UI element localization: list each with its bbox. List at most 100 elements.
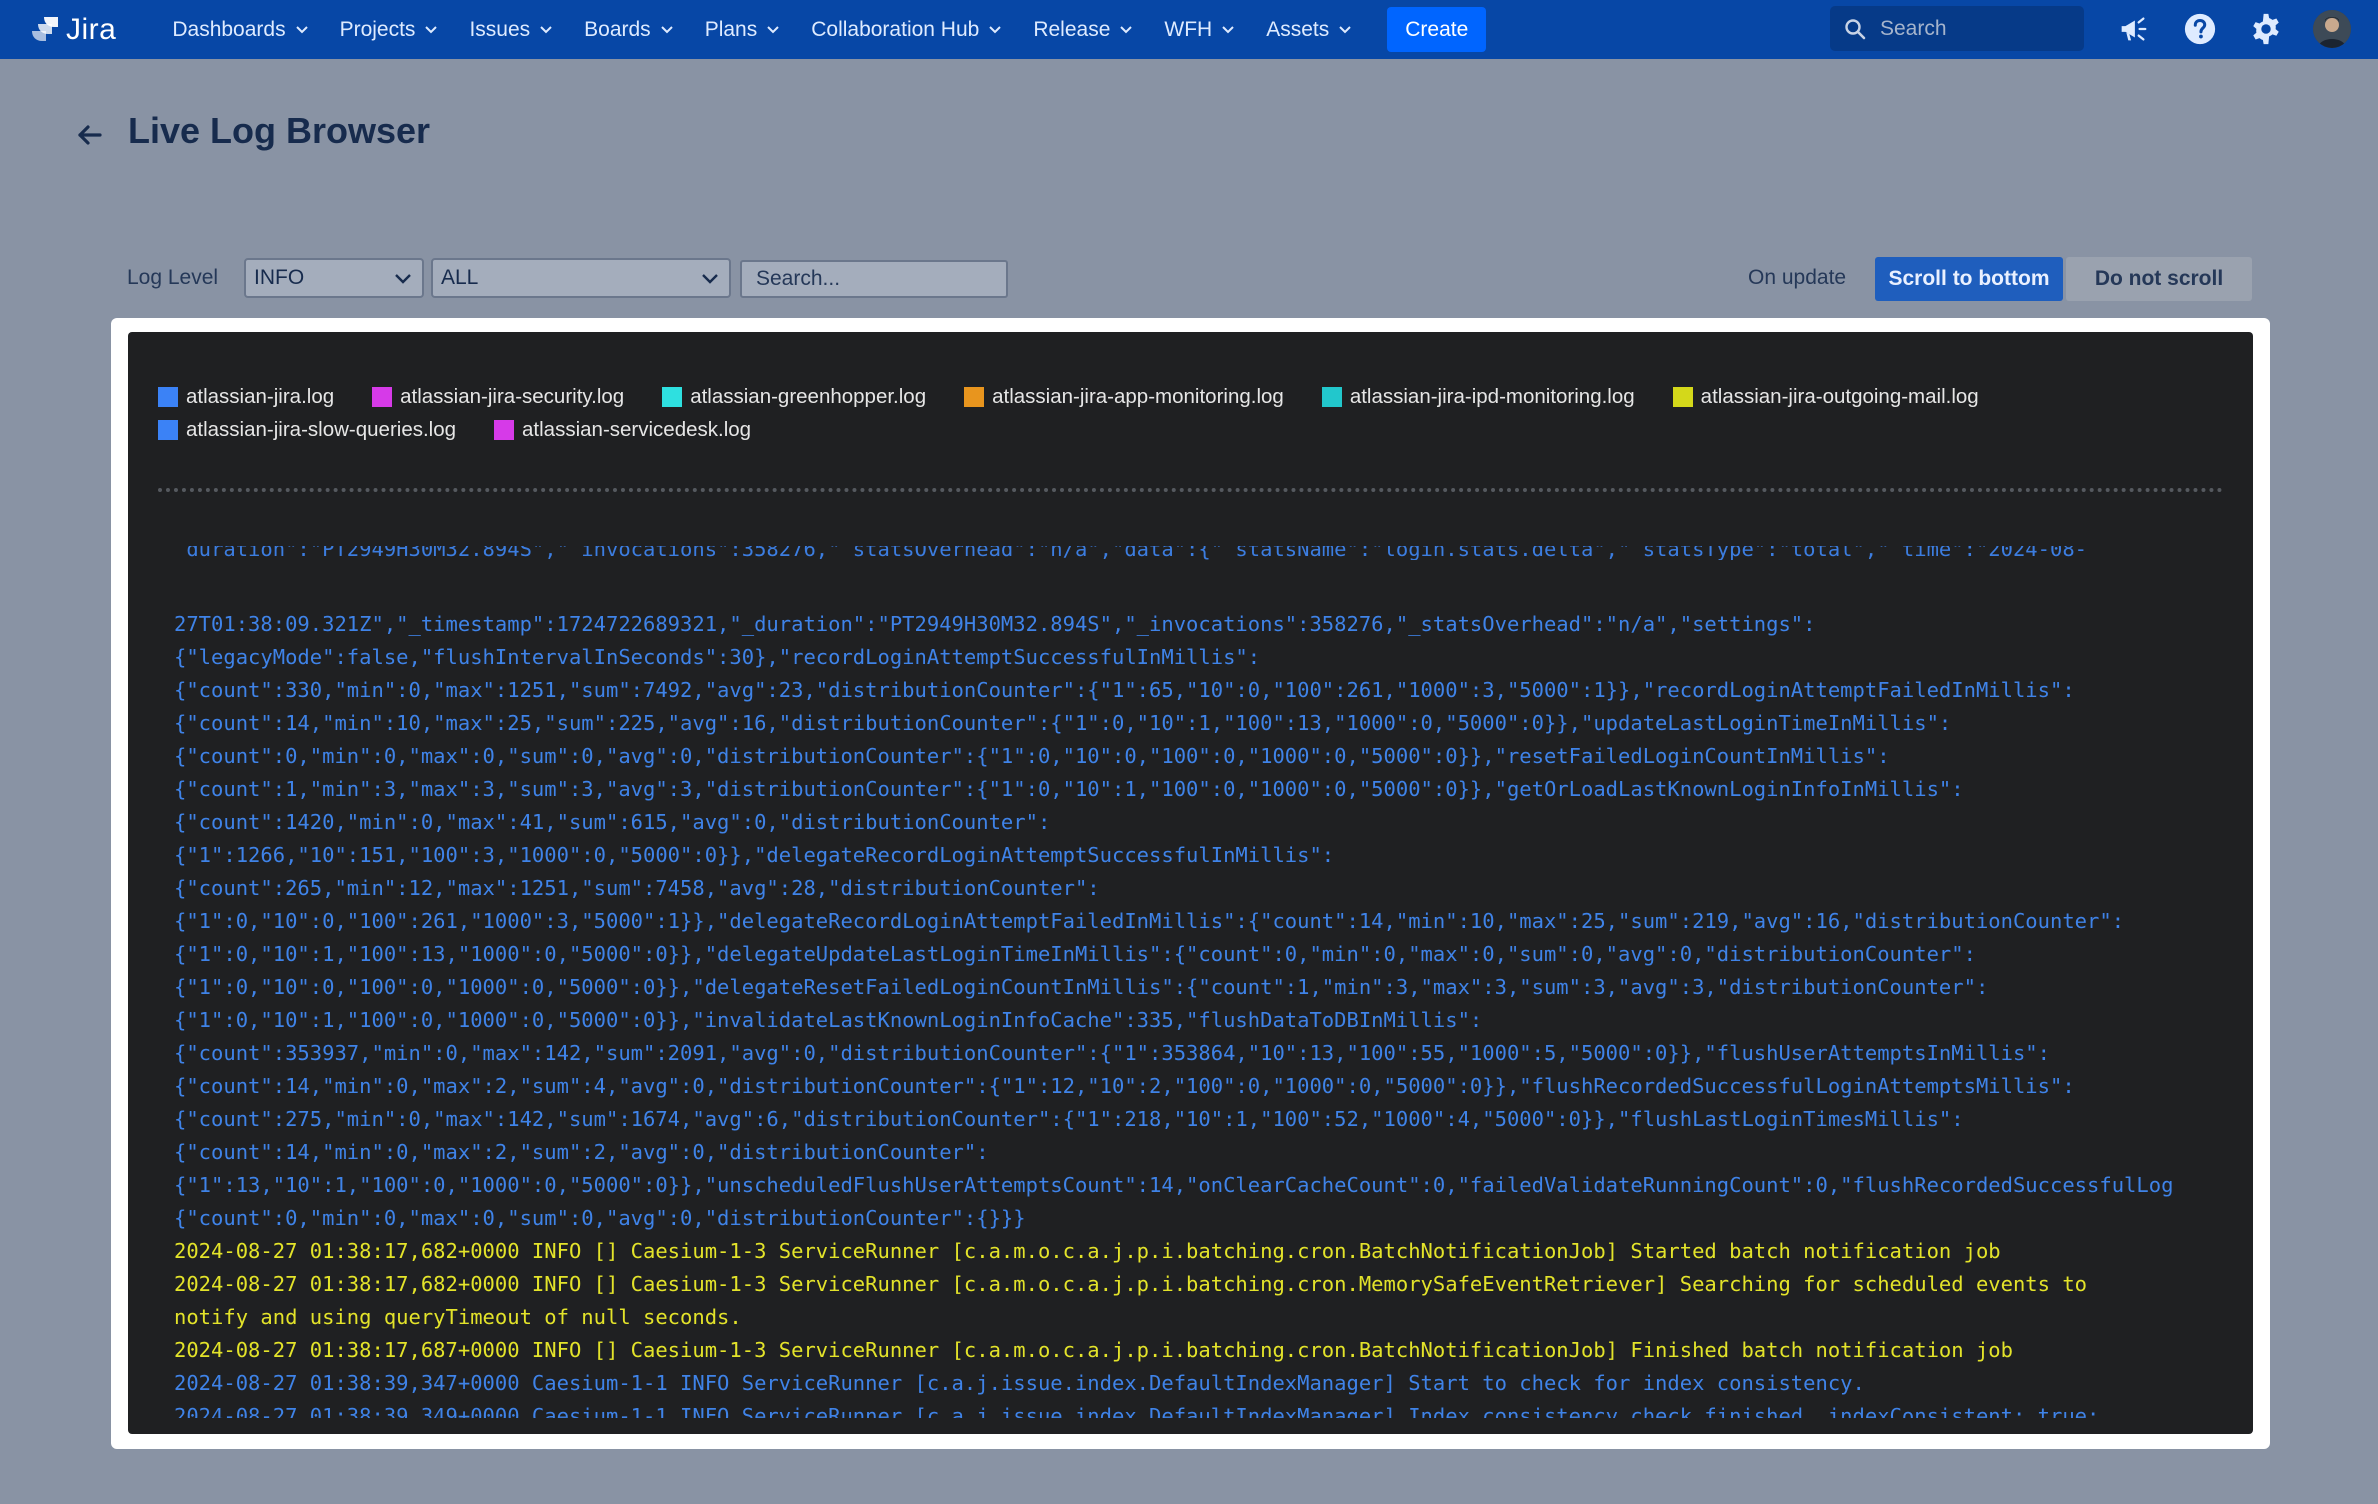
legend-color-swatch (1321, 386, 1342, 407)
log-line: {"1":1266,"10":151,"100":3,"1000":0,"500… (174, 843, 1335, 867)
legend-item[interactable]: atlassian-jira-slow-queries.log (158, 418, 456, 442)
log-line: 2024-08-27 01:38:17,682+0000 INFO [] Cae… (174, 1272, 2088, 1296)
log-output[interactable]: _duration":"PT2949H30M32.894S","_invocat… (174, 498, 2249, 1418)
back-arrow-icon[interactable] (74, 120, 108, 150)
log-file-filter-select[interactable]: ALL (431, 258, 731, 298)
nav-item-issues[interactable]: Issues (453, 0, 568, 59)
chevron-down-icon (989, 25, 1002, 33)
chevron-down-icon (395, 274, 411, 284)
nav-item-label: Collaboration Hub (811, 17, 980, 41)
legend-item[interactable]: atlassian-jira-app-monitoring.log (964, 385, 1284, 409)
log-level-label: Log Level (127, 266, 219, 289)
log-line: {"count":353937,"min":0,"max":142,"sum":… (174, 1041, 2050, 1065)
nav-item-dashboards[interactable]: Dashboards (156, 0, 323, 59)
chevron-down-icon (1120, 25, 1133, 33)
log-line: 2024-08-27 01:38:39,349+0000 Caesium-1-1… (174, 1404, 2100, 1418)
chevron-down-icon (1222, 25, 1234, 33)
legend-color-swatch (158, 419, 178, 440)
log-line: notify and using queryTimeout of null se… (174, 1305, 742, 1329)
global-search-input[interactable] (1878, 15, 2072, 42)
log-line: {"count":1420,"min":0,"max":41,"sum":615… (174, 810, 1051, 834)
nav-item-label: Assets (1266, 17, 1330, 41)
legend-color-swatch (1672, 386, 1693, 407)
legend-item[interactable]: atlassian-jira-outgoing-mail.log (1672, 384, 1979, 409)
log-line: {"legacyMode":false,"flushIntervalInSeco… (174, 645, 1261, 669)
log-line: {"count":330,"min":0,"max":1251,"sum":74… (174, 678, 2075, 702)
log-line: 2024-08-27 01:38:17,687+0000 INFO [] Cae… (174, 1338, 2013, 1362)
legend-color-swatch (372, 386, 393, 407)
user-avatar[interactable] (2313, 10, 2351, 48)
legend-item[interactable]: atlassian-jira-ipd-monitoring.log (1321, 384, 1635, 409)
legend-color-swatch (494, 419, 515, 440)
chevron-down-icon (425, 25, 438, 33)
legend-label: atlassian-greenhopper.log (690, 384, 927, 408)
on-update-label: On update (1748, 266, 1847, 289)
legend-label: atlassian-servicedesk.log (522, 417, 752, 441)
log-file-filter-value: ALL (441, 266, 479, 289)
global-search[interactable] (1830, 6, 2084, 51)
log-line: {"count":14,"min":0,"max":2,"sum":4,"avg… (174, 1074, 2075, 1098)
log-panel: atlassian-jira.log atlassian-jira-securit… (128, 332, 2253, 1434)
legend-color-swatch (158, 386, 178, 407)
legend-item[interactable]: atlassian-jira-security.log (372, 385, 624, 409)
chevron-down-icon (767, 25, 779, 33)
legend-label: atlassian-jira-security.log (400, 384, 625, 408)
nav-item-collaboration-hub[interactable]: Collaboration Hub (795, 0, 1017, 59)
legend-label: atlassian-jira.log (186, 384, 335, 408)
jira-logo[interactable]: Jira (28, 13, 116, 47)
do-not-scroll-button[interactable]: Do not scroll (2066, 257, 2252, 301)
log-level-value: INFO (254, 266, 305, 289)
log-line: 2024-08-27 01:38:17,682+0000 INFO [] Cae… (174, 1239, 2001, 1263)
nav-item-label: Issues (469, 17, 531, 41)
chevron-down-icon (540, 25, 552, 33)
chevron-down-icon (295, 25, 308, 33)
legend-item[interactable]: atlassian-greenhopper.log (662, 385, 926, 409)
log-line: 27T01:38:09.321Z","_timestamp":172472268… (174, 612, 1816, 636)
legend-label: atlassian-jira-outgoing-mail.log (1700, 384, 1979, 408)
log-line: {"count":0,"min":0,"max":0,"sum":0,"avg"… (174, 744, 1890, 768)
nav-item-label: WFH (1164, 17, 1213, 41)
chevron-down-icon (660, 25, 673, 33)
legend-label: atlassian-jira-ipd-monitoring.log (1349, 384, 1635, 408)
log-line: {"1":0,"10":0,"100":0,"1000":0,"5000":0}… (174, 975, 1989, 999)
nav-item-assets[interactable]: Assets (1250, 0, 1367, 59)
log-line: {"count":265,"min":12,"max":1251,"sum":7… (174, 876, 1100, 900)
notifications-megaphone-icon[interactable] (2114, 10, 2152, 48)
legend-label: atlassian-jira-app-monitoring.log (992, 384, 1284, 408)
jira-logo-text: Jira (66, 12, 117, 46)
log-line: {"count":0,"min":0,"max":0,"sum":0,"avg"… (174, 1206, 1026, 1230)
log-level-select[interactable]: INFO (244, 258, 424, 298)
log-line: {"count":14,"min":0,"max":2,"sum":2,"avg… (174, 1140, 989, 1164)
log-search-input[interactable] (740, 260, 1008, 298)
create-button[interactable]: Create (1387, 7, 1487, 52)
log-file-legend: atlassian-jira.log atlassian-jira-securit… (158, 380, 2238, 446)
nav-item-label: Dashboards (172, 17, 286, 41)
nav-item-projects[interactable]: Projects (324, 0, 454, 59)
help-icon[interactable] (2181, 10, 2219, 48)
legend-label: atlassian-jira-slow-queries.log (186, 417, 457, 441)
scroll-to-bottom-button[interactable]: Scroll to bottom (1875, 257, 2063, 301)
nav-item-plans[interactable]: Plans (689, 0, 796, 59)
nav-item-wfh[interactable]: WFH (1148, 0, 1250, 59)
jira-logo-icon (32, 16, 58, 41)
log-line: {"1":0,"10":0,"100":261,"1000":3,"5000":… (174, 909, 2125, 933)
search-icon (1845, 18, 1866, 39)
legend-item[interactable]: atlassian-jira.log (158, 385, 334, 409)
log-line: {"count":275,"min":0,"max":142,"sum":167… (174, 1107, 1964, 1131)
nav-item-label: Plans (704, 17, 758, 41)
log-line: {"1":13,"10":1,"100":0,"1000":0,"5000":0… (174, 1173, 2174, 1197)
nav-item-boards[interactable]: Boards (568, 0, 689, 59)
top-navigation-bar: Jira Dashboards Projects Issues Boards Plans… (0, 0, 2378, 59)
legend-row: atlassian-jira-slow-queries.log atlassian… (158, 413, 2238, 446)
nav-item-release[interactable]: Release (1017, 0, 1148, 59)
legend-color-swatch (964, 386, 985, 407)
nav-item-label: Release (1033, 17, 1111, 41)
settings-gear-icon[interactable] (2247, 10, 2285, 48)
log-line: {"1":0,"10":1,"100":0,"1000":0,"5000":0}… (174, 1008, 1483, 1032)
log-line: 2024-08-27 01:38:39,347+0000 Caesium-1-1… (174, 1371, 1865, 1395)
log-line: {"count":14,"min":10,"max":25,"sum":225,… (174, 711, 1952, 735)
legend-item[interactable]: atlassian-servicedesk.log (494, 418, 751, 442)
legend-color-swatch (662, 386, 683, 407)
log-line-clipped: _duration":"PT2949H30M32.894S","_invocat… (174, 546, 2088, 560)
legend-row: atlassian-jira.log atlassian-jira-securit… (158, 380, 2238, 413)
